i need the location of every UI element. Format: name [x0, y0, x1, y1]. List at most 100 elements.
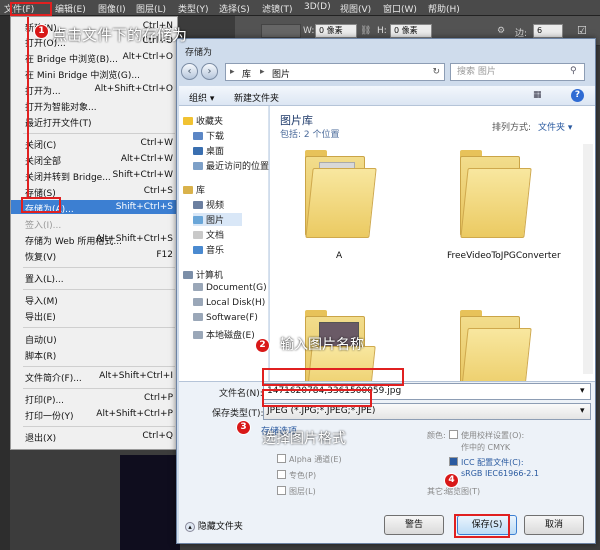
- menu-item-close[interactable]: 关闭(C): [25, 138, 56, 151]
- library-subtitle[interactable]: 包括: 2 个位置: [280, 127, 339, 140]
- menu-item-exit[interactable]: 退出(X): [25, 431, 56, 444]
- menu-item-import[interactable]: 导入(M): [25, 294, 58, 307]
- menu-edit[interactable]: 编辑(E): [55, 2, 86, 15]
- nav-favorites[interactable]: 收藏夹: [183, 114, 223, 127]
- search-input[interactable]: 搜索 图片: [450, 63, 585, 81]
- chevron-down-icon[interactable]: ▾: [580, 406, 585, 416]
- menu-item-place[interactable]: 置入(L)...: [25, 272, 64, 285]
- drive-icon: [193, 298, 203, 306]
- nav-libraries[interactable]: 库: [183, 183, 205, 196]
- video-icon: [193, 201, 203, 209]
- menu-3d[interactable]: 3D(D): [304, 2, 331, 12]
- breadcrumb-pictures[interactable]: 图片: [272, 67, 290, 80]
- menu-separator: [23, 133, 175, 134]
- view-icon[interactable]: ▦: [533, 90, 542, 100]
- pictures-icon: [193, 216, 203, 224]
- other-label: 其它:: [427, 487, 446, 496]
- library-icon: [183, 186, 193, 194]
- checkbox[interactable]: [277, 486, 286, 495]
- warning-button[interactable]: 警告: [384, 515, 444, 535]
- checkbox[interactable]: [277, 454, 286, 463]
- nav-computer[interactable]: 计算机: [183, 268, 223, 281]
- menu-item-print-one[interactable]: 打印一份(Y): [25, 409, 74, 422]
- annotation-step-1: 1: [34, 24, 49, 39]
- drive-icon: [193, 313, 203, 321]
- nav-videos[interactable]: 视频: [193, 198, 224, 211]
- annotation-step-2: 2: [255, 338, 270, 353]
- chevron-down-icon[interactable]: ▾: [580, 386, 585, 396]
- refresh-icon[interactable]: ↻: [432, 67, 440, 77]
- hide-folders-toggle[interactable]: ▴ 隐藏文件夹: [185, 519, 243, 532]
- menu-item-browse-mini-bridge[interactable]: 在 Mini Bridge 中浏览(G)...: [25, 68, 140, 81]
- align-edges-checkbox[interactable]: ☑: [577, 24, 587, 37]
- edges-field[interactable]: 6: [533, 24, 563, 38]
- stroke-style-dropdown[interactable]: [261, 24, 301, 38]
- menu-shortcut: Alt+Shift+Ctrl+S: [96, 234, 173, 244]
- organize-button[interactable]: 组织 ▾: [189, 91, 214, 104]
- nav-drive-g[interactable]: Document(G): [193, 283, 267, 293]
- menu-view[interactable]: 视图(V): [340, 2, 371, 15]
- menu-item-revert[interactable]: 恢复(V): [25, 250, 56, 263]
- menu-layer[interactable]: 图层(L): [136, 2, 166, 15]
- tools-panel: [0, 16, 10, 550]
- option-alpha[interactable]: Alpha 通道(E): [277, 454, 342, 465]
- nav-music[interactable]: 音乐: [193, 243, 224, 256]
- drive-icon: [193, 331, 203, 339]
- menu-select[interactable]: 选择(S): [219, 2, 250, 15]
- menu-help[interactable]: 帮助(H): [428, 2, 460, 15]
- breadcrumb-library[interactable]: 库: [242, 67, 251, 80]
- folder-a[interactable]: [305, 146, 377, 241]
- checkbox-checked[interactable]: [449, 457, 458, 466]
- menu-item-recent-files[interactable]: 最近打开文件(T): [25, 116, 92, 129]
- option-spot[interactable]: 专色(P): [277, 470, 316, 481]
- forward-button[interactable]: ›: [201, 63, 218, 80]
- nav-drive-e[interactable]: 本地磁盘(E): [193, 328, 255, 341]
- menu-item-print[interactable]: 打印(P)...: [25, 393, 64, 406]
- menu-item-open-as[interactable]: 打开为...: [25, 84, 61, 97]
- nav-drive-h[interactable]: Local Disk(H): [193, 298, 265, 308]
- scrollbar[interactable]: [583, 144, 593, 374]
- menu-item-export[interactable]: 导出(E): [25, 310, 56, 323]
- link-icon[interactable]: ⛓: [360, 26, 371, 36]
- nav-pictures[interactable]: 图片: [193, 213, 243, 226]
- annotation-box-save-as: [21, 197, 61, 213]
- address-bar[interactable]: ▸ 库 ▸ 图片 ↻: [225, 63, 445, 81]
- checkbox[interactable]: [449, 430, 458, 439]
- menu-filter[interactable]: 滤镜(T): [262, 2, 293, 15]
- nav-drive-f[interactable]: Software(F): [193, 313, 258, 323]
- help-icon[interactable]: ?: [571, 89, 584, 102]
- option-layers[interactable]: 图层(L): [277, 486, 316, 497]
- nav-downloads[interactable]: 下载: [193, 129, 224, 142]
- option-proof[interactable]: 使用校样设置(O):: [449, 430, 524, 441]
- menu-item-scripts[interactable]: 脚本(R): [25, 349, 56, 362]
- gear-icon[interactable]: ⚙: [497, 26, 505, 36]
- new-folder-button[interactable]: 新建文件夹: [234, 91, 279, 104]
- menu-type[interactable]: 类型(Y): [178, 2, 209, 15]
- option-icc[interactable]: ICC 配置文件(C):: [449, 457, 524, 468]
- nav-recent[interactable]: 最近访问的位置: [193, 159, 269, 172]
- menu-item-check-in[interactable]: 签入(I)...: [25, 218, 61, 231]
- menu-window[interactable]: 窗口(W): [383, 2, 417, 15]
- sort-label: 排列方式:: [492, 123, 532, 133]
- menu-item-open-smart-object[interactable]: 打开为智能对象...: [25, 100, 97, 113]
- nav-documents[interactable]: 文档: [193, 228, 224, 241]
- menu-item-automate[interactable]: 自动(U): [25, 333, 57, 346]
- height-field[interactable]: 0 像素: [390, 24, 432, 38]
- menu-separator: [23, 426, 175, 427]
- width-field[interactable]: 0 像素: [315, 24, 357, 38]
- save-options-pane: 文件名(N): 1471620784,3361500059.jpg ▾ 保存类型…: [179, 381, 595, 543]
- menu-item-browse-bridge[interactable]: 在 Bridge 中浏览(B)...: [25, 52, 118, 65]
- cancel-button[interactable]: 取消: [524, 515, 584, 535]
- menu-item-close-all[interactable]: 关闭全部: [25, 154, 61, 167]
- back-button[interactable]: ‹: [181, 63, 198, 80]
- sort-dropdown[interactable]: 文件夹 ▾: [538, 120, 572, 133]
- folder-freevideotojpgconverter[interactable]: [460, 146, 532, 241]
- menu-shortcut: Ctrl+Q: [142, 431, 173, 441]
- menu-item-file-info[interactable]: 文件简介(F)...: [25, 371, 82, 384]
- menu-item-close-goto-bridge[interactable]: 关闭并转到 Bridge...: [25, 170, 111, 183]
- menu-image[interactable]: 图像(I): [98, 2, 126, 15]
- checkbox[interactable]: [277, 470, 286, 479]
- nav-desktop[interactable]: 桌面: [193, 144, 224, 157]
- menu-shortcut: Alt+Shift+Ctrl+P: [96, 409, 173, 419]
- menu-separator: [23, 388, 175, 389]
